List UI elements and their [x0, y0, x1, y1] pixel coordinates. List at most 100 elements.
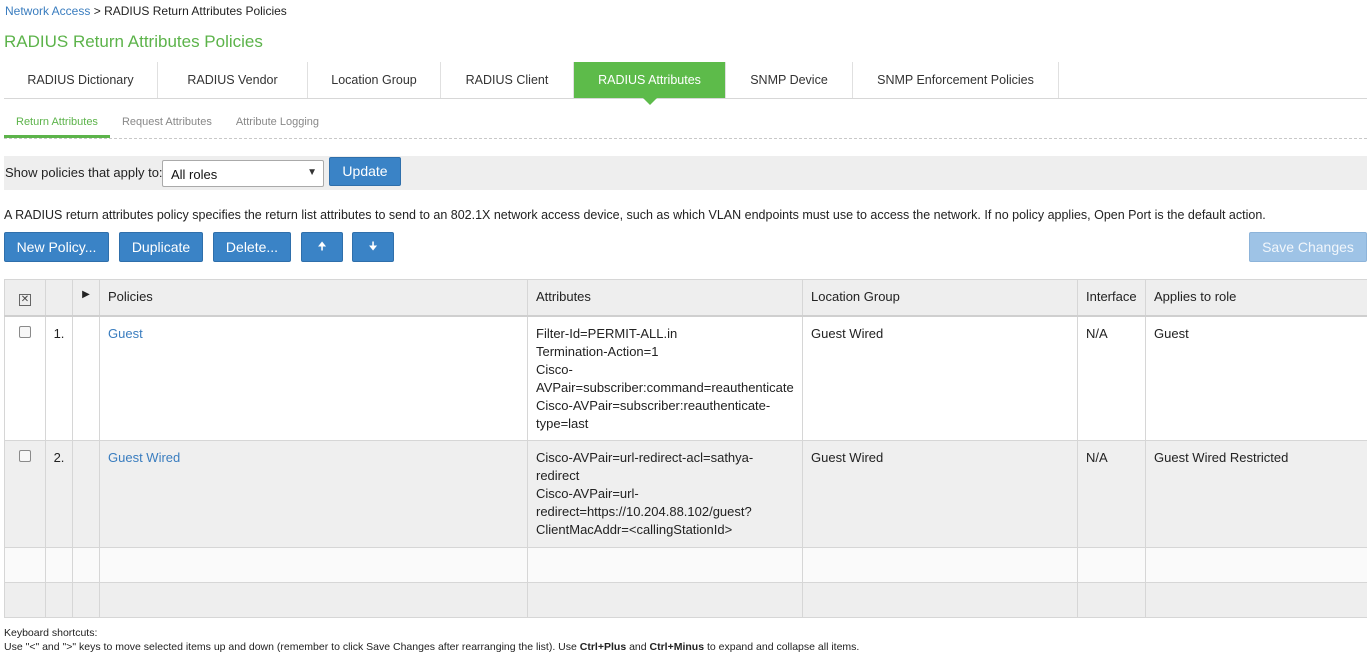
- empty-cell: [46, 583, 73, 618]
- attribute-line: redirect: [536, 467, 794, 485]
- table-row[interactable]: 1. Guest Filter-Id=PERMIT-ALL.in Termina…: [5, 316, 1367, 441]
- location-group-header[interactable]: Location Group: [803, 280, 1078, 316]
- breadcrumb-network-access-link[interactable]: Network Access: [5, 4, 90, 18]
- active-tab-caret: [643, 98, 657, 105]
- row-select-cell: [5, 441, 46, 548]
- empty-cell: [1078, 583, 1146, 618]
- attribute-line: redirect=https://10.204.88.102/guest?: [536, 503, 794, 521]
- attribute-line: ClientMacAddr=<callingStationId>: [536, 521, 794, 539]
- expand-arrow-icon: ▶: [82, 289, 90, 300]
- chevron-down-icon: ▼: [307, 167, 317, 178]
- attributes-cell: Filter-Id=PERMIT-ALL.in Termination-Acti…: [528, 316, 803, 441]
- empty-cell: [46, 548, 73, 583]
- tab-snmp-enforcement-policies[interactable]: SNMP Enforcement Policies: [853, 62, 1059, 98]
- attribute-line: Cisco-AVPair=subscriber:reauthenticate-: [536, 397, 794, 415]
- policy-link[interactable]: Guest Wired: [108, 450, 180, 465]
- interface-header[interactable]: Interface: [1078, 280, 1146, 316]
- empty-cell: [528, 548, 803, 583]
- row-expand-cell: [73, 316, 100, 441]
- main-tabs: RADIUS Dictionary RADIUS Vendor Location…: [4, 62, 1367, 99]
- empty-cell: [100, 548, 528, 583]
- attribute-line: Cisco-AVPair=url-: [536, 485, 794, 503]
- attributes-cell: Cisco-AVPair=url-redirect-acl=sathya- re…: [528, 441, 803, 548]
- select-all-checkbox-icon[interactable]: ✕: [19, 294, 31, 306]
- roles-select[interactable]: All roles ▼: [162, 160, 324, 187]
- row-number: 2.: [46, 441, 73, 548]
- tab-snmp-device[interactable]: SNMP Device: [726, 62, 853, 98]
- row-expand-cell: [73, 441, 100, 548]
- shortcuts-text-b: to expand and collapse all items.: [704, 641, 859, 653]
- subtab-request-attributes[interactable]: Request Attributes: [110, 112, 224, 138]
- attributes-header[interactable]: Attributes: [528, 280, 803, 316]
- delete-button[interactable]: Delete...: [213, 232, 291, 262]
- empty-cell: [100, 583, 528, 618]
- update-button[interactable]: Update: [329, 157, 401, 186]
- subtab-attribute-logging[interactable]: Attribute Logging: [224, 112, 331, 138]
- policy-cell: Guest Wired: [100, 441, 528, 548]
- policy-description: A RADIUS return attributes policy specif…: [4, 208, 1266, 222]
- policies-table: ✕ ▶ Policies Attributes Location Group I…: [4, 279, 1367, 618]
- arrow-up-icon: 🠉: [317, 241, 326, 253]
- attribute-line: Filter-Id=PERMIT-ALL.in: [536, 325, 794, 343]
- table-header-row: ✕ ▶ Policies Attributes Location Group I…: [5, 280, 1367, 316]
- page-title: RADIUS Return Attributes Policies: [4, 32, 263, 52]
- sub-tabs: Return Attributes Request Attributes Att…: [4, 112, 1367, 139]
- attribute-line: Cisco-: [536, 361, 794, 379]
- empty-row: [5, 583, 1367, 618]
- empty-cell: [73, 548, 100, 583]
- duplicate-button[interactable]: Duplicate: [119, 232, 203, 262]
- tab-radius-dictionary[interactable]: RADIUS Dictionary: [4, 62, 158, 98]
- tab-location-group[interactable]: Location Group: [308, 62, 441, 98]
- empty-row: [5, 548, 1367, 583]
- filter-label: Show policies that apply to:: [5, 165, 163, 180]
- empty-cell: [5, 548, 46, 583]
- empty-cell: [803, 583, 1078, 618]
- empty-cell: [1146, 548, 1367, 583]
- new-policy-button[interactable]: New Policy...: [4, 232, 109, 262]
- row-number: 1.: [46, 316, 73, 441]
- empty-cell: [73, 583, 100, 618]
- interface-cell: N/A: [1078, 441, 1146, 548]
- move-down-button[interactable]: 🠋: [352, 232, 394, 262]
- row-select-cell: [5, 316, 46, 441]
- applies-to-role-header[interactable]: Applies to role: [1146, 280, 1367, 316]
- tab-radius-attributes-label: RADIUS Attributes: [598, 73, 701, 87]
- role-cell: Guest: [1146, 316, 1367, 441]
- filter-bar: Show policies that apply to: All roles ▼…: [4, 156, 1367, 190]
- tab-radius-client[interactable]: RADIUS Client: [441, 62, 574, 98]
- expand-all-header[interactable]: ▶: [73, 280, 100, 316]
- shortcuts-text: Use "<" and ">" keys to move selected it…: [4, 640, 859, 654]
- attribute-line: type=last: [536, 415, 794, 433]
- role-cell: Guest Wired Restricted: [1146, 441, 1367, 548]
- subtab-return-attributes[interactable]: Return Attributes: [4, 112, 110, 138]
- location-group-cell: Guest Wired: [803, 441, 1078, 548]
- attribute-line: Cisco-AVPair=url-redirect-acl=sathya-: [536, 449, 794, 467]
- breadcrumb: Network Access > RADIUS Return Attribute…: [5, 4, 287, 18]
- tab-radius-attributes[interactable]: RADIUS Attributes: [574, 62, 726, 98]
- empty-cell: [803, 548, 1078, 583]
- shortcuts-text-a: Use "<" and ">" keys to move selected it…: [4, 641, 580, 653]
- policy-cell: Guest: [100, 316, 528, 441]
- select-all-header: ✕: [5, 280, 46, 316]
- row-checkbox[interactable]: [19, 450, 31, 462]
- policy-link[interactable]: Guest: [108, 326, 143, 341]
- roles-select-value: All roles: [171, 167, 217, 182]
- shortcut-key-collapse: Ctrl+Minus: [650, 641, 705, 653]
- empty-cell: [528, 583, 803, 618]
- shortcuts-title: Keyboard shortcuts:: [4, 626, 859, 640]
- row-checkbox[interactable]: [19, 326, 31, 338]
- attribute-line: Termination-Action=1: [536, 343, 794, 361]
- breadcrumb-separator: >: [94, 4, 101, 18]
- tab-radius-vendor[interactable]: RADIUS Vendor: [158, 62, 308, 98]
- interface-cell: N/A: [1078, 316, 1146, 441]
- arrow-down-icon: 🠋: [368, 241, 377, 253]
- table-row[interactable]: 2. Guest Wired Cisco-AVPair=url-redirect…: [5, 441, 1367, 548]
- shortcuts-text-and: and: [626, 641, 649, 653]
- keyboard-shortcuts-help: Keyboard shortcuts: Use "<" and ">" keys…: [4, 626, 859, 654]
- save-changes-button[interactable]: Save Changes: [1249, 232, 1367, 262]
- move-up-button[interactable]: 🠉: [301, 232, 343, 262]
- attribute-line: AVPair=subscriber:command=reauthenticate: [536, 379, 794, 397]
- empty-cell: [1078, 548, 1146, 583]
- shortcut-key-expand: Ctrl+Plus: [580, 641, 626, 653]
- policies-header[interactable]: Policies: [100, 280, 528, 316]
